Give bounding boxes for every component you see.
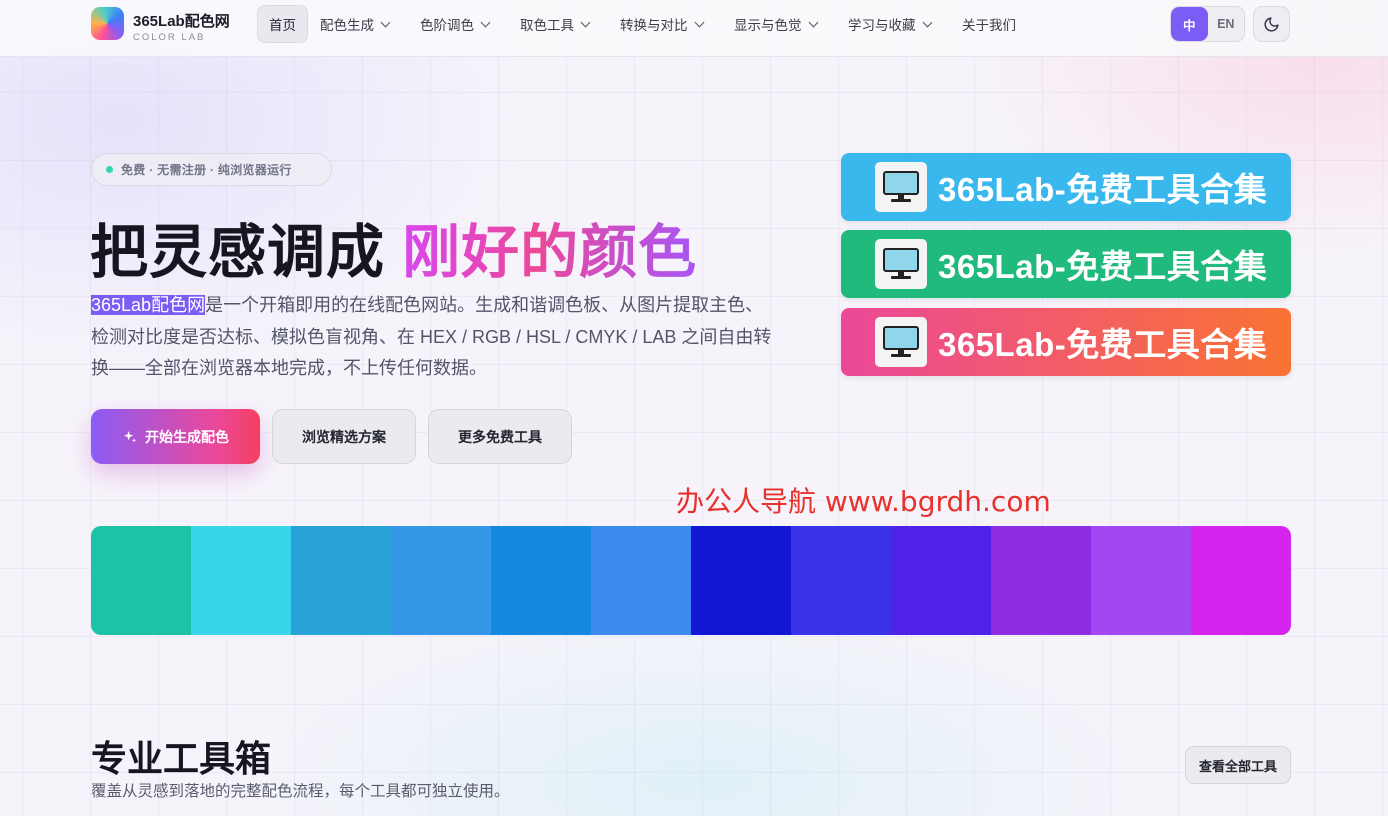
- brand-subtitle: COLOR LAB: [133, 32, 206, 43]
- chevron-down-icon: [808, 17, 818, 27]
- nav-label: 配色生成: [320, 18, 374, 33]
- monitor-icon: [875, 317, 927, 367]
- theme-toggle-button[interactable]: [1253, 6, 1290, 42]
- view-all-tools-button[interactable]: 查看全部工具: [1185, 746, 1291, 784]
- chevron-down-icon: [922, 17, 932, 27]
- nav-item-picker[interactable]: 取色工具: [509, 5, 600, 43]
- status-dot-icon: [106, 166, 113, 173]
- browse-schemes-label: 浏览精选方案: [302, 428, 386, 445]
- more-tools-button[interactable]: 更多免费工具: [428, 409, 572, 464]
- nav-item-learn-favorites[interactable]: 学习与收藏: [837, 5, 942, 43]
- nav-item-home[interactable]: 首页: [257, 5, 308, 43]
- chevron-down-icon: [480, 17, 491, 27]
- ad-banner-pink[interactable]: 365Lab-免费工具合集: [841, 308, 1291, 376]
- feature-pill: 免费 · 无需注册 · 纯浏览器运行: [91, 153, 332, 186]
- lang-en-button[interactable]: EN: [1208, 7, 1245, 41]
- chevron-down-icon: [380, 17, 391, 27]
- palette-swatch-7[interactable]: [691, 526, 791, 635]
- ad-banner-blue[interactable]: 365Lab-免费工具合集: [841, 153, 1291, 221]
- nav-label: 色阶调色: [420, 18, 474, 33]
- view-all-tools-label: 查看全部工具: [1198, 758, 1277, 774]
- palette-swatch-6[interactable]: [591, 526, 691, 635]
- monitor-icon: [875, 239, 927, 289]
- nav-label: 显示与色觉: [734, 18, 802, 33]
- palette-swatch-2[interactable]: [191, 526, 291, 635]
- logo-icon[interactable]: [91, 7, 124, 40]
- tools-section-subtitle: 覆盖从灵感到落地的完整配色流程，每个工具都可独立使用。: [91, 783, 510, 800]
- nav-label: 首页: [269, 18, 296, 33]
- palette-swatch-10[interactable]: [991, 526, 1091, 635]
- hero-title-gradient: 刚好的颜色: [402, 220, 698, 285]
- nav-item-about[interactable]: 关于我们: [951, 5, 1027, 43]
- watermark-text: 办公人导航 www.bgrdh.com: [676, 485, 1051, 518]
- hero-description: 365Lab配色网是一个开箱即用的在线配色网站。生成和谐调色板、从图片提取主色、…: [91, 290, 781, 385]
- palette-swatch-9[interactable]: [891, 526, 991, 635]
- lang-zh-button[interactable]: 中: [1171, 7, 1208, 41]
- brand-title[interactable]: 365Lab配色网: [133, 10, 230, 31]
- nav-item-display-vision[interactable]: 显示与色觉: [723, 5, 828, 43]
- nav-item-shades[interactable]: 色阶调色: [409, 5, 500, 43]
- ad-banner-green[interactable]: 365Lab-免费工具合集: [841, 230, 1291, 298]
- start-generate-button[interactable]: 开始生成配色: [91, 409, 260, 464]
- browse-schemes-button[interactable]: 浏览精选方案: [272, 409, 416, 464]
- nav-label: 取色工具: [520, 18, 574, 33]
- palette-swatch-8[interactable]: [791, 526, 891, 635]
- ad-banner-text: 365Lab-免费工具合集: [938, 326, 1268, 363]
- nav-item-convert-contrast[interactable]: 转换与对比: [609, 5, 714, 43]
- chevron-down-icon: [694, 17, 704, 27]
- nav-label: 转换与对比: [620, 18, 688, 33]
- palette-swatch-3[interactable]: [291, 526, 391, 635]
- tools-section-title: 专业工具箱: [91, 738, 272, 779]
- palette-swatch-12[interactable]: [1191, 526, 1291, 635]
- top-navbar: 365Lab配色网 COLOR LAB 首页 配色生成 色阶调色 取色工具 转换…: [0, 0, 1388, 57]
- moon-icon: [1264, 16, 1279, 31]
- start-generate-label: 开始生成配色: [145, 428, 229, 445]
- nav-label: 关于我们: [962, 18, 1016, 33]
- palette-swatch-11[interactable]: [1091, 526, 1191, 635]
- monitor-icon: [875, 162, 927, 212]
- palette-swatch-5[interactable]: [491, 526, 591, 635]
- color-palette-strip: [91, 526, 1291, 635]
- ad-banner-text: 365Lab-免费工具合集: [938, 171, 1268, 208]
- hero-desc-highlight: 365Lab配色网: [91, 295, 206, 315]
- pill-text: 免费 · 无需注册 · 纯浏览器运行: [121, 163, 292, 177]
- ad-banner-text: 365Lab-免费工具合集: [938, 248, 1268, 285]
- chevron-down-icon: [580, 17, 591, 27]
- nav-item-palette-generate[interactable]: 配色生成: [309, 5, 400, 43]
- hero-title: 把灵感调成 刚好的颜色: [90, 205, 697, 289]
- more-tools-label: 更多免费工具: [458, 428, 542, 445]
- palette-swatch-1[interactable]: [91, 526, 191, 635]
- sparkle-icon: [124, 430, 136, 442]
- palette-swatch-4[interactable]: [391, 526, 491, 635]
- background-grid: [0, 0, 1388, 816]
- language-toggle: 中 EN: [1170, 6, 1245, 42]
- hero-title-plain: 把灵感调成: [90, 220, 403, 285]
- nav-label: 学习与收藏: [848, 18, 916, 33]
